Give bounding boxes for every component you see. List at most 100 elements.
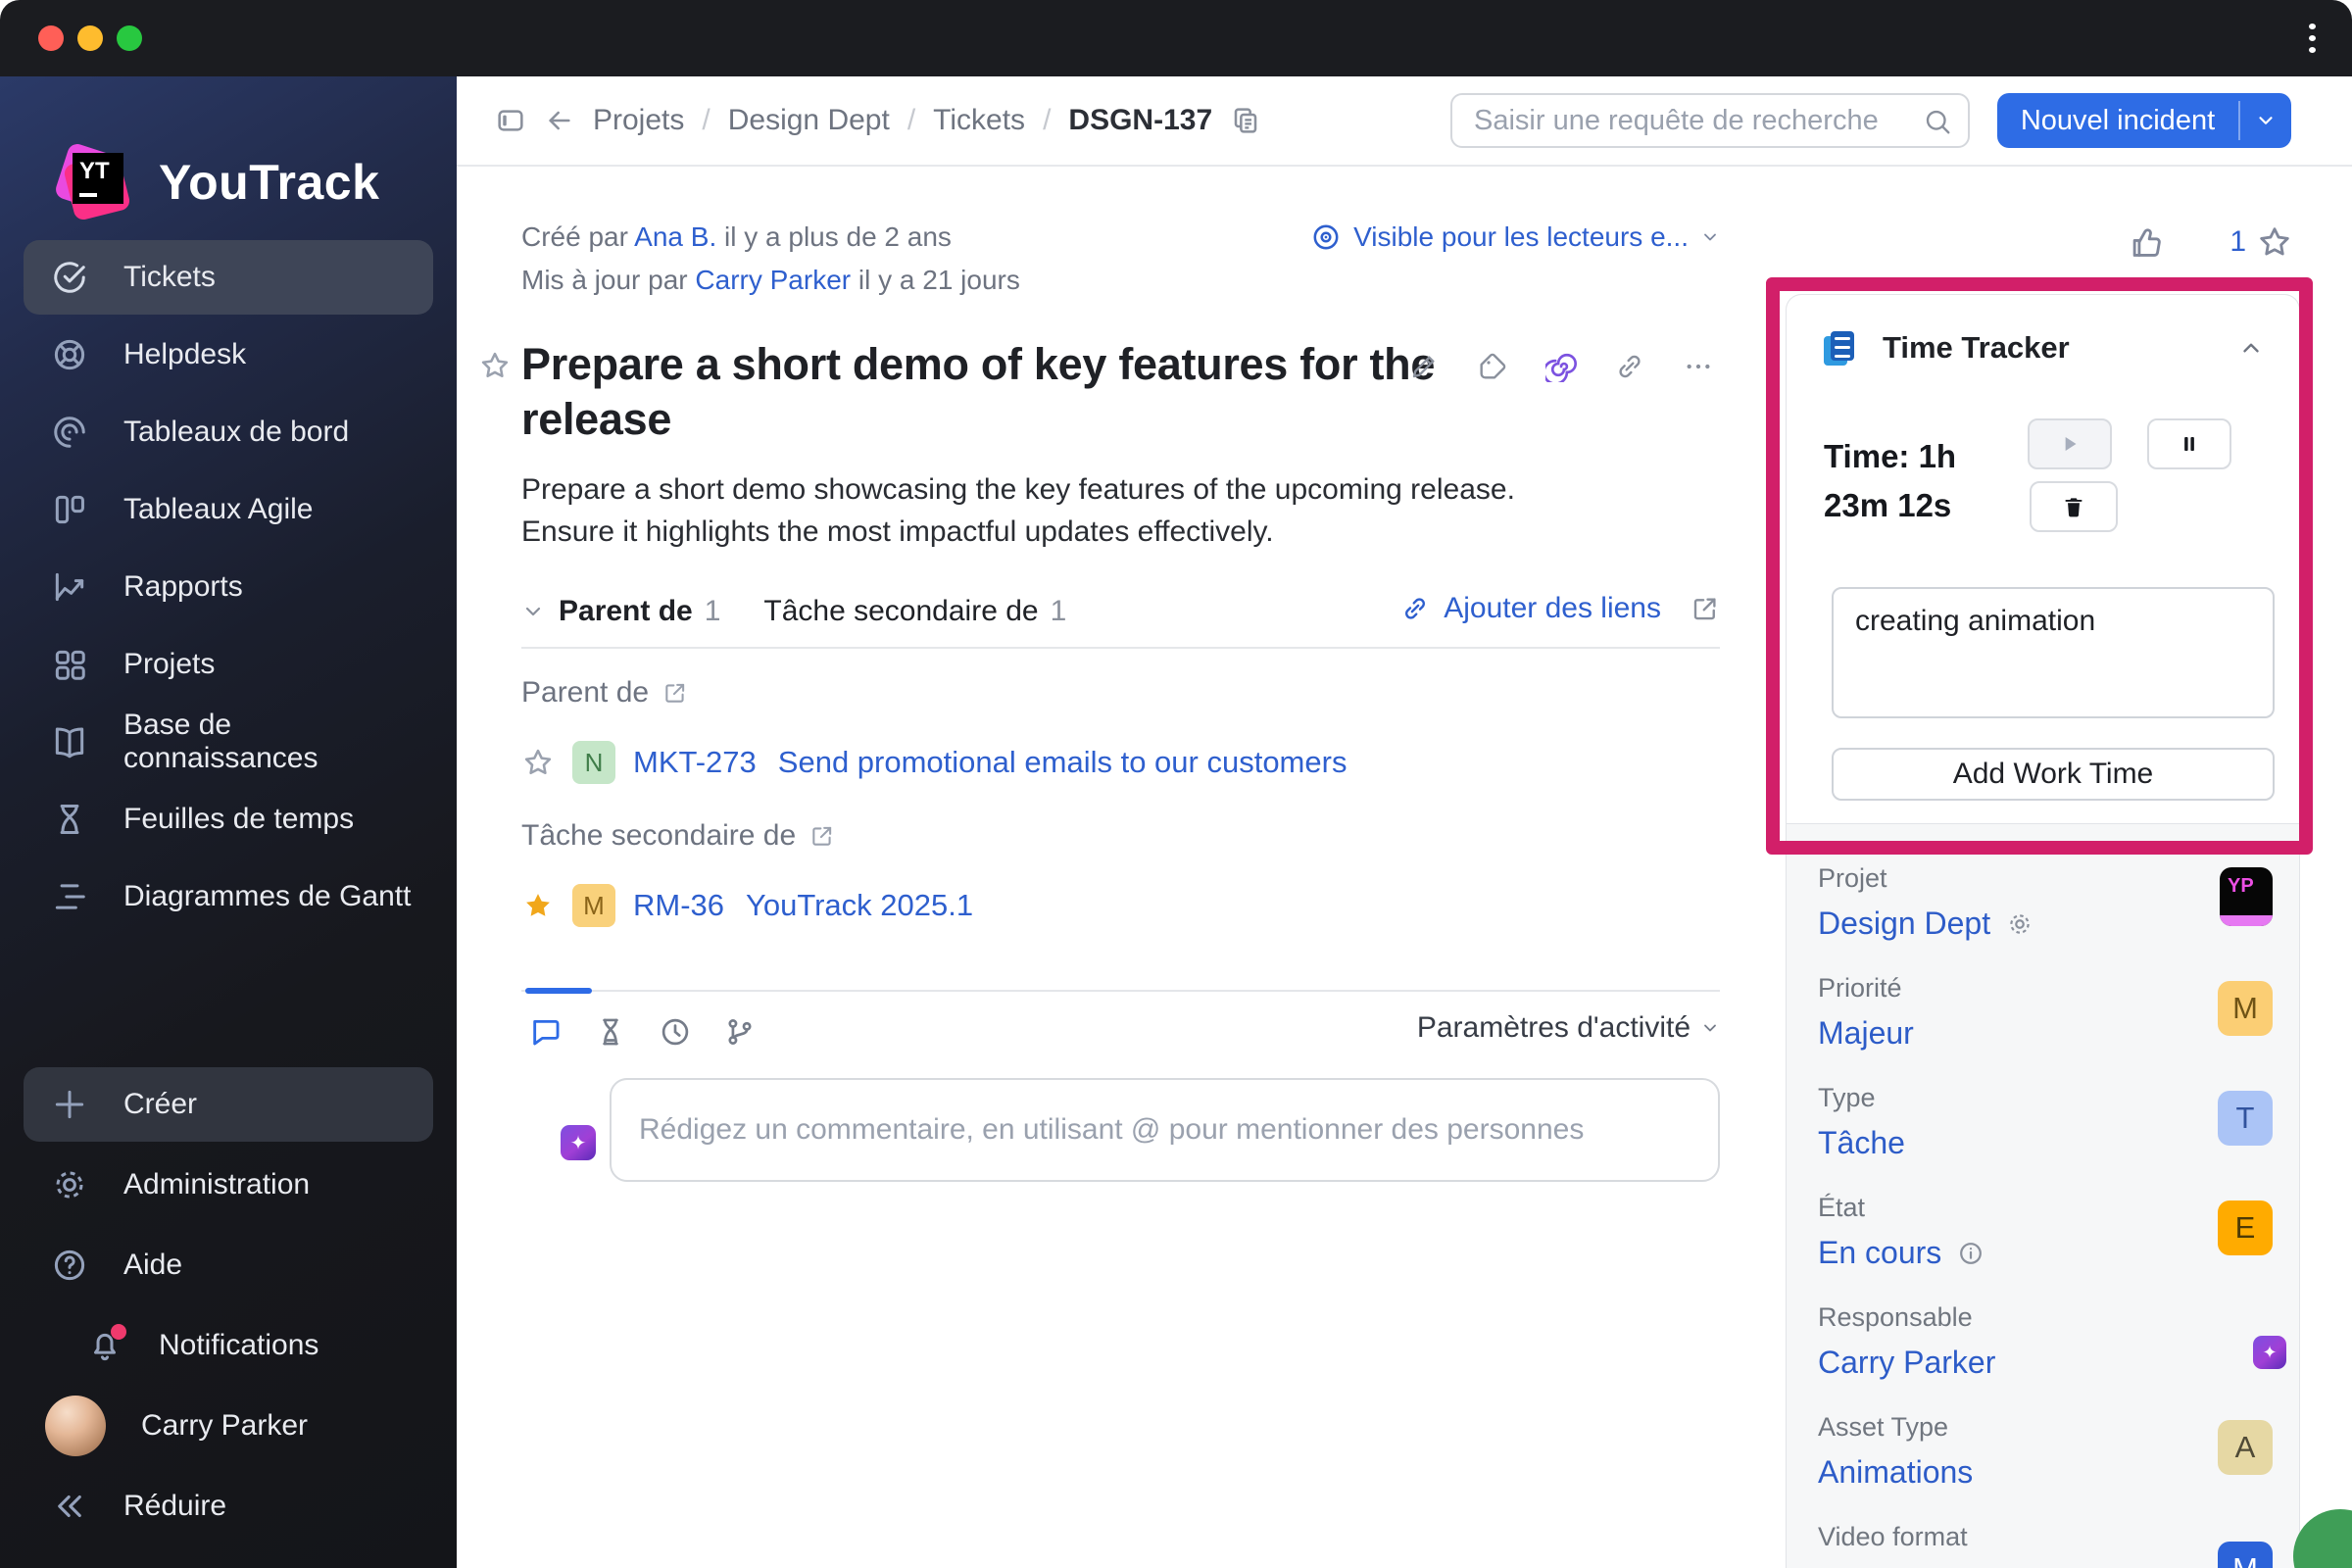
priority-value[interactable]: Majeur <box>1818 1015 2273 1052</box>
subtask-group-label: Tâche secondaire de <box>521 819 1720 853</box>
new-incident-button[interactable]: Nouvel incident <box>1997 93 2238 148</box>
link-icon[interactable] <box>1614 351 1645 382</box>
created-author-link[interactable]: Ana B. <box>634 221 716 252</box>
create-button[interactable]: Créer <box>24 1067 433 1142</box>
sidebar-item-administration[interactable]: Administration <box>24 1148 433 1222</box>
field-project: Projet Design Dept YP <box>1818 863 2273 942</box>
sidebar-item-reports[interactable]: Rapports <box>24 550 433 624</box>
thumbs-up-icon[interactable] <box>2128 223 2165 261</box>
star-issue-icon[interactable] <box>478 349 512 382</box>
sidebar-item-dashboards[interactable]: Tableaux de bord <box>24 395 433 469</box>
field-assignee: Responsable Carry Parker ✦ <box>1818 1302 2286 1381</box>
comments-tab-icon[interactable] <box>529 1015 563 1049</box>
visibility-selector[interactable]: Visible pour les lecteurs e... <box>1310 216 1720 259</box>
updated-author-link[interactable]: Carry Parker <box>695 265 851 295</box>
add-work-time-button[interactable]: Add Work Time <box>1832 748 2275 801</box>
linked-issue-link[interactable]: RM-36 YouTrack 2025.1 <box>633 888 973 923</box>
hourglass-icon <box>60 805 79 834</box>
comment-composer: ✦ Rédigez un commentaire, en utilisant @… <box>521 1078 1720 1182</box>
field-priority: Priorité Majeur M <box>1818 973 2273 1052</box>
main-header: Projets / Design Dept / Tickets / DSGN-1… <box>457 76 2352 167</box>
browser-menu-icon[interactable] <box>2297 24 2327 53</box>
minimize-button[interactable] <box>77 25 103 51</box>
check-circle-icon <box>54 262 85 293</box>
links-tab-parent[interactable]: Parent de <box>559 595 693 628</box>
state-badge[interactable]: E <box>2218 1200 2273 1255</box>
info-icon[interactable] <box>1957 1240 1984 1267</box>
assignee-avatar[interactable]: ✦ <box>2216 1302 2286 1369</box>
open-in-new-icon[interactable] <box>809 823 835 849</box>
play-icon <box>2065 436 2077 452</box>
project-settings-gear-icon[interactable] <box>2006 910 2034 938</box>
linked-issue-link[interactable]: MKT-273 Send promotional emails to our c… <box>633 745 1347 780</box>
type-value[interactable]: Tâche <box>1818 1125 2273 1161</box>
star-icon[interactable] <box>2256 223 2293 261</box>
breadcrumb-project[interactable]: Design Dept <box>728 104 890 137</box>
more-actions-icon[interactable] <box>1683 351 1714 382</box>
copy-id-icon[interactable] <box>1230 105 1261 136</box>
sidebar-item-tickets[interactable]: Tickets <box>24 240 433 315</box>
tag-icon[interactable] <box>1477 351 1508 382</box>
sidebar-item-help[interactable]: Aide <box>24 1228 433 1302</box>
asset-type-value[interactable]: Animations <box>1818 1454 2273 1491</box>
back-arrow-icon[interactable] <box>544 105 575 136</box>
video-format-badge[interactable]: M <box>2218 1542 2273 1568</box>
tracked-time-value: Time: 1h 23m 12s <box>1824 438 1957 523</box>
history-tab-icon[interactable] <box>594 1015 627 1049</box>
project-avatar[interactable]: YP <box>2220 867 2273 926</box>
asset-type-badge[interactable]: A <box>2218 1420 2273 1475</box>
collapse-sidebar-button[interactable]: Réduire <box>24 1469 433 1544</box>
star-filled-icon[interactable] <box>521 889 555 922</box>
new-incident-dropdown[interactable] <box>2240 93 2291 148</box>
issue-title-row: Prepare a short demo of key features for… <box>481 337 1720 447</box>
collapse-links-icon[interactable] <box>521 600 545 623</box>
sidebar-item-helpdesk[interactable]: Helpdesk <box>24 318 433 392</box>
star-icon[interactable] <box>521 746 555 779</box>
sidebar-item-notifications[interactable]: Notifications <box>24 1308 433 1383</box>
parent-group-label: Parent de <box>521 676 1720 710</box>
ai-spiral-icon[interactable] <box>1545 351 1577 382</box>
edit-pencil-icon[interactable] <box>1408 351 1440 382</box>
type-badge[interactable]: T <box>2218 1091 2273 1146</box>
sidebar-item-knowledge-base[interactable]: Base de connaissances <box>24 705 433 779</box>
priority-badge[interactable]: M <box>2218 981 2273 1036</box>
search-input[interactable] <box>1452 95 1968 146</box>
zoom-button[interactable] <box>117 25 142 51</box>
breadcrumb-tickets[interactable]: Tickets <box>933 104 1025 137</box>
sidebar-item-agile-boards[interactable]: Tableaux Agile <box>24 472 433 547</box>
commenter-avatar: ✦ <box>521 1092 596 1160</box>
gear-icon <box>56 1171 83 1199</box>
sidebar-item-gantt-charts[interactable]: Diagrammes de Gantt <box>24 859 433 934</box>
app-badge-icon: ✦ <box>561 1125 596 1160</box>
discard-button[interactable] <box>2030 481 2118 532</box>
chevron-down-icon <box>1704 1024 1716 1032</box>
pause-button[interactable] <box>2147 418 2231 469</box>
user-menu[interactable]: Carry Parker <box>24 1389 433 1463</box>
user-avatar <box>45 1396 106 1456</box>
chevrons-left-icon <box>58 1494 81 1518</box>
work-note-input[interactable]: creating animation <box>1832 587 2275 718</box>
youtrack-logo[interactable]: YT YouTrack <box>0 139 457 225</box>
links-tab-subtask[interactable]: Tâche secondaire de <box>763 595 1038 628</box>
field-asset-type: Asset Type Animations A <box>1818 1412 2273 1491</box>
panel-toggle-icon[interactable] <box>495 105 526 136</box>
open-in-new-icon[interactable] <box>662 680 688 706</box>
state-value[interactable]: En cours <box>1818 1235 2273 1271</box>
activity-settings-button[interactable]: Paramètres d'activité <box>1417 1011 1720 1045</box>
collapse-widget-icon[interactable] <box>2238 335 2264 361</box>
add-links-button[interactable]: Ajouter des liens <box>1400 592 1720 625</box>
search-icon[interactable] <box>1923 107 1952 136</box>
agile-board-icon <box>55 495 84 524</box>
play-button[interactable] <box>2028 418 2112 469</box>
pause-icon <box>2184 436 2194 452</box>
open-in-new-icon[interactable] <box>1690 594 1720 623</box>
close-button[interactable] <box>38 25 64 51</box>
comment-input[interactable]: Rédigez un commentaire, en utilisant @ p… <box>610 1078 1720 1182</box>
project-value[interactable]: Design Dept <box>1818 906 2273 942</box>
time-tab-icon[interactable] <box>659 1015 692 1049</box>
vcs-tab-icon[interactable] <box>723 1015 757 1049</box>
sidebar-item-projects[interactable]: Projets <box>24 627 433 702</box>
assignee-value[interactable]: Carry Parker <box>1818 1345 2273 1381</box>
breadcrumb-projects[interactable]: Projets <box>593 104 684 137</box>
sidebar-item-timesheets[interactable]: Feuilles de temps <box>24 782 433 857</box>
